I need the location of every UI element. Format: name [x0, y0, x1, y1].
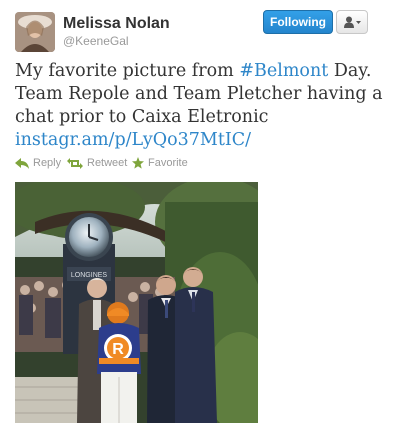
hashtag-link[interactable]: #Belmont: [239, 61, 328, 81]
user-name[interactable]: Melissa Nolan: [63, 15, 170, 33]
retweet-icon: [67, 157, 83, 169]
following-button[interactable]: Following: [263, 10, 333, 34]
jockey-silk-letter: R: [112, 341, 124, 358]
avatar-photo-icon: [15, 12, 55, 52]
user-dropdown-icon: [344, 16, 361, 28]
favorite-label: Favorite: [148, 157, 188, 169]
paddock-photo: LONGINES R: [15, 182, 258, 423]
retweet-action[interactable]: Retweet: [67, 157, 127, 169]
instagram-link[interactable]: instagr.am/p/LyQo37MtIC/: [15, 129, 251, 152]
retweet-label: Retweet: [87, 157, 128, 169]
tweet-text-part: Day.: [328, 61, 372, 81]
tweet-text: My favorite picture from #Belmont Day. T…: [15, 60, 385, 152]
favorite-action[interactable]: Favorite: [132, 157, 188, 169]
avatar[interactable]: [15, 12, 55, 52]
tweet-card: Melissa Nolan @KeeneGal Following My fav…: [0, 0, 395, 448]
tweet-photo[interactable]: LONGINES R: [15, 182, 258, 423]
reply-action[interactable]: Reply: [15, 157, 61, 169]
reply-label: Reply: [33, 157, 62, 169]
clock-brand-label: LONGINES: [71, 272, 108, 279]
reply-icon: [15, 157, 29, 169]
user-handle[interactable]: @KeeneGal: [63, 34, 129, 48]
tweet-text-part: My favorite picture from: [15, 61, 240, 81]
user-actions-button[interactable]: [336, 10, 368, 34]
star-icon: [132, 157, 144, 169]
tweet-text-part: Team Repole and Team Pletcher having a c…: [15, 84, 383, 127]
